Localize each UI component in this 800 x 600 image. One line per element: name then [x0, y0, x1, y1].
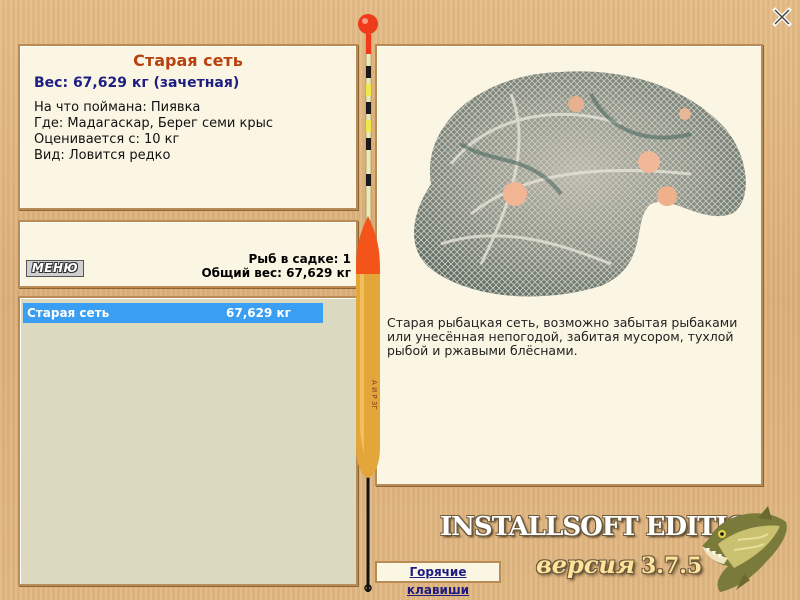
list-item-weight: 67,629 кг: [226, 306, 291, 320]
fishing-net-image: [414, 71, 746, 297]
close-icon: [772, 7, 792, 27]
keepnet-summary-panel: МЕНЮ Рыб в садке: 1 Общий вес: 67,629 кг: [18, 220, 358, 288]
close-button[interactable]: [772, 7, 792, 27]
pike-fish-icon: [702, 506, 787, 592]
menu-button[interactable]: МЕНЮ: [26, 260, 84, 277]
rated-from-text: Оценивается с: 10 кг: [34, 132, 180, 147]
fish-info-panel: Старая сеть Вес: 67,629 кг (зачетная) На…: [18, 44, 358, 210]
hotkeys-button[interactable]: Горячие клавиши: [375, 561, 501, 597]
fish-count: Рыб в садке: 1: [248, 252, 352, 266]
fish-name: Старая сеть: [133, 51, 243, 70]
fish-description: Старая рыбацкая сеть, возможно забытая р…: [387, 315, 738, 358]
fishing-float-icon: А И Р 3Г: [356, 14, 380, 592]
fish-weight: Вес: 67,629 кг (зачетная): [34, 75, 240, 91]
version-number: 3.7.5: [640, 553, 703, 579]
fish-detail-panel: Старая рыбацкая сеть, возможно забытая р…: [375, 44, 763, 486]
list-item-name: Старая сеть: [27, 306, 110, 320]
rarity-text: Вид: Ловится редко: [34, 148, 171, 163]
list-item-selected[interactable]: Старая сеть 67,629 кг: [23, 303, 323, 323]
catch-list[interactable]: Старая сеть 67,629 кг: [18, 296, 358, 586]
float-marking: А И Р 3Г: [370, 380, 378, 410]
total-weight: Общий вес: 67,629 кг: [201, 266, 351, 280]
location-text: Где: Мадагаскар, Берег семи крыс: [34, 116, 274, 131]
caught-on-text: На что поймана: Пиявка: [34, 100, 201, 115]
version-label: версия 3.7.5: [536, 550, 702, 579]
version-word: версия: [536, 550, 635, 579]
